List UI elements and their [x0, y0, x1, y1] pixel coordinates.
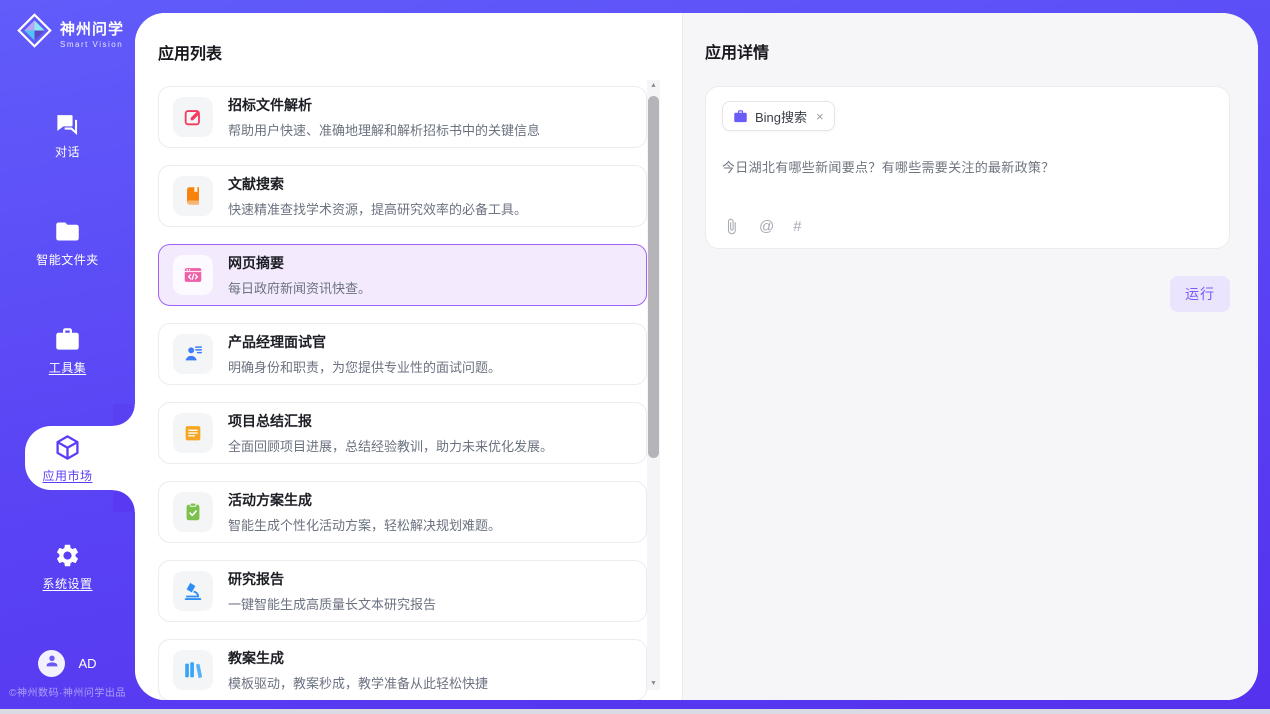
app-name: 教案生成 [228, 648, 488, 668]
report-icon [173, 413, 213, 453]
app-card[interactable]: 产品经理面试官 明确身份和职责，为您提供专业性的面试问题。 [158, 323, 647, 385]
chat-icon [54, 108, 81, 138]
app-name: 网页摘要 [228, 253, 371, 273]
prompt-card[interactable]: Bing搜索 × 今日湖北有哪些新闻要点？有哪些需要关注的最新政策？ @ # [705, 86, 1230, 249]
app-detail-title: 应用详情 [705, 39, 1230, 63]
interviewer-icon [173, 334, 213, 374]
sidebar-item-app-market[interactable]: 应用市场 [0, 426, 135, 490]
scroll-up-arrow[interactable]: ▲ [647, 80, 660, 92]
app-card[interactable]: 招标文件解析 帮助用户快速、准确地理解和解析招标书中的关键信息 [158, 86, 647, 148]
app-name: 研究报告 [228, 569, 436, 589]
app-description: 帮助用户快速、准确地理解和解析招标书中的关键信息 [228, 120, 540, 139]
sidebar-item-smart-folders[interactable]: 智能文件夹 [0, 210, 135, 274]
app-card[interactable]: 教案生成 模板驱动，教案秒成，教学准备从此轻松快捷 [158, 639, 647, 700]
app-description: 智能生成个性化活动方案，轻松解决规划难题。 [228, 515, 501, 534]
cube-icon [53, 432, 82, 462]
brand-name: 神州问学 [60, 18, 124, 39]
app-card[interactable]: 网页摘要 每日政府新闻资讯快查。 [158, 244, 647, 306]
app-card[interactable]: 活动方案生成 智能生成个性化活动方案，轻松解决规划难题。 [158, 481, 647, 543]
brand-diamond-icon [16, 12, 53, 54]
copyright-text: ©神州数码·神州问学出品 [0, 684, 135, 699]
sidebar-item-label: 系统设置 [42, 575, 92, 592]
avatar[interactable] [38, 650, 65, 677]
brand-logo: 神州问学 Smart Vision [16, 12, 124, 54]
main-surface: 应用列表 招标文件解析 帮助用户快速、准确地理解和解析招标书中的关键信息 文献搜… [135, 13, 1258, 700]
browser-code-icon [173, 255, 213, 295]
book-icon [173, 176, 213, 216]
app-description: 一键智能生成高质量长文本研究报告 [228, 594, 436, 613]
attachment-icon[interactable] [723, 218, 740, 235]
app-description: 每日政府新闻资讯快查。 [228, 278, 371, 297]
sidebar-item-label: 应用市场 [42, 467, 92, 484]
microscope-icon [173, 571, 213, 611]
sidebar-item-chat[interactable]: 对话 [0, 102, 135, 166]
tool-chip-label: Bing搜索 [755, 107, 807, 126]
person-icon [44, 653, 60, 674]
app-name: 项目总结汇报 [228, 411, 553, 431]
active-pill-curve-top [113, 404, 135, 426]
user-name: AD [78, 656, 96, 671]
sidebar-item-label: 工具集 [49, 359, 87, 376]
sidebar: 神州问学 Smart Vision 对话 智能文件夹 工具集 应用市场 系统设置 [0, 0, 135, 714]
app-name: 文献搜索 [228, 174, 527, 194]
briefcase-icon [733, 109, 748, 124]
app-name: 活动方案生成 [228, 490, 501, 510]
sidebar-item-settings[interactable]: 系统设置 [0, 534, 135, 598]
prompt-text[interactable]: 今日湖北有哪些新闻要点？有哪些需要关注的最新政策？ [722, 157, 1213, 176]
app-card[interactable]: 研究报告 一键智能生成高质量长文本研究报告 [158, 560, 647, 622]
app-description: 快速精准查找学术资源，提高研究效率的必备工具。 [228, 199, 527, 218]
app-name: 产品经理面试官 [228, 332, 501, 352]
sidebar-item-label: 对话 [55, 143, 80, 160]
user-info[interactable]: AD [0, 650, 135, 677]
gear-icon [54, 540, 81, 570]
run-button[interactable]: 运行 [1170, 276, 1230, 312]
folder-icon [54, 216, 81, 246]
scroll-down-arrow[interactable]: ▼ [647, 678, 660, 690]
clipboard-check-icon [173, 492, 213, 532]
app-description: 明确身份和职责，为您提供专业性的面试问题。 [228, 357, 501, 376]
hash-icon[interactable]: # [793, 218, 801, 235]
sidebar-item-toolset[interactable]: 工具集 [0, 318, 135, 382]
app-list-panel: 应用列表 招标文件解析 帮助用户快速、准确地理解和解析招标书中的关键信息 文献搜… [135, 13, 682, 700]
prompt-toolbar: @ # [723, 218, 802, 235]
app-card[interactable]: 文献搜索 快速精准查找学术资源，提高研究效率的必备工具。 [158, 165, 647, 227]
app-detail-panel: 应用详情 Bing搜索 × 今日湖北有哪些新闻要点？有哪些需要关注的最新政策？ … [682, 13, 1258, 700]
chip-close-icon[interactable]: × [816, 109, 824, 124]
app-name: 招标文件解析 [228, 95, 540, 115]
document-edit-icon [173, 97, 213, 137]
app-description: 全面回顾项目进展，总结经验教训，助力未来优化发展。 [228, 436, 553, 455]
mention-icon[interactable]: @ [759, 218, 774, 235]
app-description: 模板驱动，教案秒成，教学准备从此轻松快捷 [228, 673, 488, 692]
app-list-title: 应用列表 [158, 40, 682, 64]
brand-subtitle: Smart Vision [60, 40, 124, 49]
sidebar-item-label: 智能文件夹 [36, 251, 99, 268]
run-row: 运行 [705, 276, 1230, 312]
tool-chip-bing-search[interactable]: Bing搜索 × [722, 101, 835, 131]
active-pill-curve-bottom [113, 490, 135, 512]
scrollbar[interactable]: ▲ ▼ [647, 80, 660, 690]
app-card[interactable]: 项目总结汇报 全面回顾项目进展，总结经验教训，助力未来优化发展。 [158, 402, 647, 464]
toolbox-icon [54, 324, 81, 354]
scrollbar-thumb[interactable] [648, 96, 659, 458]
app-card-list: 招标文件解析 帮助用户快速、准确地理解和解析招标书中的关键信息 文献搜索 快速精… [158, 86, 647, 700]
sidebar-nav: 对话 智能文件夹 工具集 应用市场 系统设置 [0, 102, 135, 598]
books-icon [173, 650, 213, 690]
